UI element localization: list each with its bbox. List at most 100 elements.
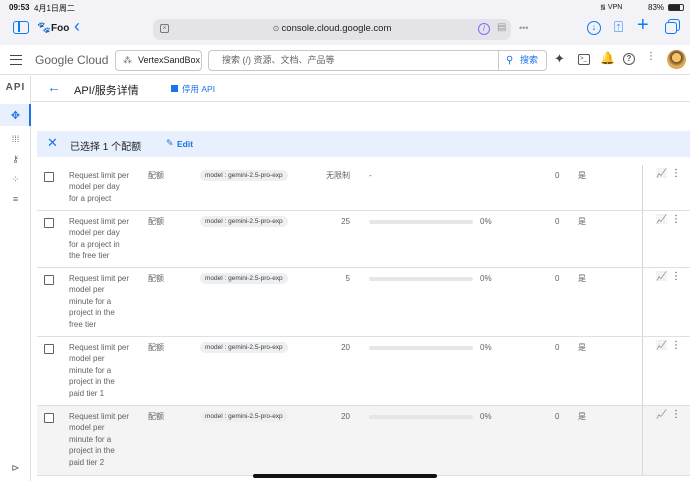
expand-rail-icon[interactable]: ⊳ <box>0 459 31 479</box>
gemini-sparkle-icon[interactable]: ✦ <box>554 51 565 67</box>
share-icon[interactable]: ⍐ <box>614 20 623 35</box>
menu-dots-icon[interactable]: ••• <box>519 23 528 33</box>
tabs-overview-icon[interactable] <box>665 22 677 34</box>
download-icon[interactable]: ↓ <box>587 21 601 35</box>
row-checkbox[interactable] <box>44 218 54 228</box>
quota-value: 20 <box>341 412 350 421</box>
quota-value: 无限制 <box>326 171 350 180</box>
quota-name-line: model per <box>69 354 105 364</box>
usage-bar <box>369 220 473 224</box>
notifications-bell-icon[interactable]: 🔔 <box>600 51 615 65</box>
quota-value: 20 <box>341 343 350 352</box>
quota-type: 配额 <box>148 171 164 180</box>
dots-icon[interactable]: ⁘ <box>0 169 31 189</box>
edit-button[interactable]: Edit <box>177 139 193 149</box>
more-vert-icon[interactable]: ⋮ <box>646 51 656 62</box>
help-icon[interactable]: ? <box>623 53 635 65</box>
monitoring-chart-icon[interactable]: 📈 <box>656 340 667 351</box>
list-settings-icon[interactable]: ≡ <box>0 189 31 209</box>
reader-icon[interactable]: ▤ <box>497 22 506 33</box>
quota-name: Request limit per model per day for a proj… <box>69 216 139 262</box>
dimension-chip: model : gemini-2.5-pro-exp <box>200 170 288 181</box>
adjustable: 是 <box>578 217 586 226</box>
quota-name-line: Request limit per <box>69 217 130 226</box>
more-vert-icon[interactable]: ⋮ <box>671 340 681 351</box>
monitoring-chart-icon[interactable]: 📈 <box>656 271 667 282</box>
quota-name: Request limit per model per day for a proj… <box>69 170 139 204</box>
more-vert-icon[interactable]: ⋮ <box>671 271 681 282</box>
hamburger-menu-icon[interactable] <box>10 55 22 65</box>
current-usage: 0 <box>555 217 560 226</box>
current-usage: 0 <box>555 343 560 352</box>
quota-value: 25 <box>341 217 350 226</box>
table-row[interactable]: Request limit per model per minute for a pr… <box>37 406 690 476</box>
quota-name-line: Request limit per <box>69 171 130 180</box>
left-rail: API ✥ ⁞⁞⁞ ⚷ ⁘ ≡ ⊳ <box>0 76 31 481</box>
table-row[interactable]: Request limit per model per minute for a pr… <box>37 268 690 337</box>
status-time: 09:53 <box>9 3 30 12</box>
quota-name-line: project in the <box>69 377 115 387</box>
monitoring-chart-icon[interactable]: 📈 <box>656 214 667 225</box>
page-title: API/服务详情 <box>74 85 139 97</box>
quota-name-line: Request limit per <box>69 274 130 283</box>
selection-count: 已选择 1 个配额 <box>70 142 142 153</box>
profile-name[interactable]: Foo <box>51 23 69 34</box>
disable-api-button[interactable]: 停用 API <box>182 83 215 95</box>
quota-table: Request limit per model per day for a proj… <box>37 157 690 481</box>
table-row[interactable]: Request limit per model per day for a proj… <box>37 165 690 211</box>
more-vert-icon[interactable]: ⋮ <box>671 214 681 225</box>
adjustable: 是 <box>578 274 586 283</box>
api-rail-label: API <box>5 82 26 93</box>
dimension-chip: model : gemini-2.5-pro-exp <box>200 411 288 422</box>
console-header: Google Cloud ⁂ VertexSandBox 搜索 (/) 资源、文… <box>0 45 690 75</box>
sidebar-toggle-icon[interactable] <box>13 21 29 34</box>
diamond-move-icon[interactable]: ✥ <box>0 106 31 126</box>
project-icon: ⁂ <box>123 55 132 65</box>
usage-percent: 0% <box>480 412 492 421</box>
url-text: console.cloud.google.com <box>281 23 392 34</box>
dimension-chip: model : gemini-2.5-pro-exp <box>200 216 288 227</box>
more-vert-icon[interactable]: ⋮ <box>671 409 681 420</box>
quota-name-line: minute for a <box>69 434 112 444</box>
back-arrow-icon[interactable]: ← <box>47 79 61 95</box>
quota-name-line: paid tier 1 <box>69 388 105 398</box>
quota-name-line: for a project <box>69 193 112 203</box>
monitoring-chart-icon[interactable]: 📈 <box>656 409 667 420</box>
cloud-shell-icon[interactable]: >_ <box>578 54 590 65</box>
google-cloud-logo[interactable]: Google Cloud <box>35 53 108 67</box>
private-relay-icon[interactable]: / <box>478 23 490 35</box>
key-icon[interactable]: ⚷ <box>0 149 31 169</box>
usage-bar <box>369 346 473 350</box>
quota-value: 5 <box>345 274 350 283</box>
quota-name-line: the free tier <box>69 251 110 261</box>
url-bar[interactable]: × ⊙ console.cloud.google.com / ▤ <box>153 19 511 40</box>
row-checkbox[interactable] <box>44 275 54 285</box>
more-vert-icon[interactable]: ⋮ <box>671 168 681 179</box>
back-icon[interactable]: ‹ <box>74 17 80 35</box>
quota-name: Request limit per model per minute for a pr… <box>69 411 139 468</box>
quota-name-line: free tier <box>69 319 97 329</box>
row-actions: 📈 ⋮ <box>642 211 690 267</box>
clear-selection-icon[interactable]: ✕ <box>47 136 58 150</box>
monitoring-chart-icon[interactable]: 📈 <box>656 168 667 179</box>
row-checkbox[interactable] <box>44 344 54 354</box>
table-row[interactable]: Request limit per model per minute for a pr… <box>37 337 690 406</box>
dimension-chip: model : gemini-2.5-pro-exp <box>200 342 288 353</box>
row-actions: 📈 ⋮ <box>642 268 690 336</box>
quota-type: 配额 <box>148 217 164 226</box>
wifi-icon: ᯾ VPN <box>600 4 623 11</box>
avatar[interactable] <box>667 50 686 69</box>
quota-name-line: model per <box>69 423 105 433</box>
row-checkbox[interactable] <box>44 172 54 182</box>
current-usage: 0 <box>555 274 560 283</box>
new-tab-icon[interactable]: + <box>637 15 649 35</box>
usage-bar <box>369 277 473 281</box>
quota-name-line: for a project in <box>69 239 120 249</box>
project-picker[interactable]: ⁂ VertexSandBox <box>115 50 202 71</box>
adjustable: 是 <box>578 343 586 352</box>
search-button[interactable]: ⚲ 搜索 <box>498 50 547 71</box>
search-input[interactable]: 搜索 (/) 资源、文档、产品等 <box>208 50 498 71</box>
row-checkbox[interactable] <box>44 413 54 423</box>
table-row[interactable]: Request limit per model per day for a proj… <box>37 211 690 268</box>
grid-icon[interactable]: ⁞⁞⁞ <box>0 129 31 149</box>
